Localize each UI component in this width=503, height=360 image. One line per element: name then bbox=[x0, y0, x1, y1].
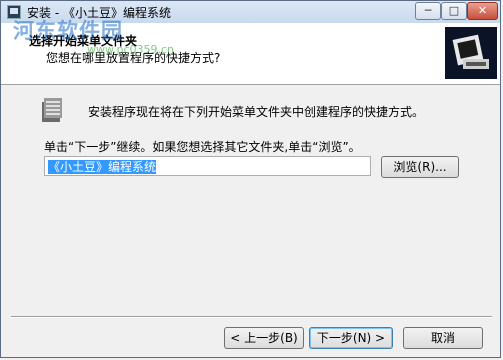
folder-input-value: 《小土豆》编程系统 bbox=[48, 160, 157, 174]
hint-text: 单击“下一步”继续。如果您想选择其它文件夹,单击“浏览”。 bbox=[44, 140, 361, 154]
title-bar: 安装 - 《小土豆》编程系统 ─ □ ✕ bbox=[1, 1, 500, 23]
page-subtitle: 您想在哪里放置程序的快捷方式? bbox=[46, 51, 221, 65]
start-menu-folder-icon bbox=[40, 96, 64, 122]
page-title: 选择开始菜单文件夹 bbox=[29, 34, 138, 48]
maximize-button[interactable]: □ bbox=[441, 2, 467, 20]
minimize-button[interactable]: ─ bbox=[415, 2, 441, 20]
back-button[interactable]: < 上一步(B) bbox=[224, 327, 304, 349]
next-button[interactable]: 下一步(N) > bbox=[309, 327, 393, 349]
window-title: 安装 - 《小土豆》编程系统 bbox=[27, 6, 171, 20]
installer-window: 安装 - 《小土豆》编程系统 ─ □ ✕ 选择开始菜单文件夹 您想在哪里放置程序… bbox=[0, 0, 501, 358]
info-text: 安装程序现在将在下列开始菜单文件夹中创建程序的快捷方式。 bbox=[88, 105, 425, 119]
close-button[interactable]: ✕ bbox=[467, 2, 498, 20]
browse-button[interactable]: 浏览(R)... bbox=[381, 156, 459, 178]
cancel-button[interactable]: 取消 bbox=[403, 327, 483, 349]
computer-icon bbox=[452, 34, 489, 69]
wizard-header: 选择开始菜单文件夹 您想在哪里放置程序的快捷方式? bbox=[1, 23, 500, 85]
start-menu-folder-input[interactable]: 《小土豆》编程系统 bbox=[44, 156, 371, 176]
app-icon bbox=[7, 5, 21, 19]
installer-logo bbox=[445, 27, 497, 79]
footer-divider bbox=[11, 316, 492, 318]
